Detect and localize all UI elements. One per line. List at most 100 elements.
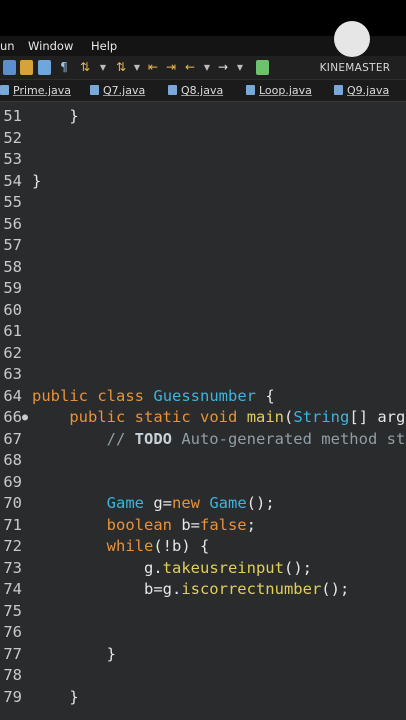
- code-text: }: [32, 171, 41, 193]
- menu-help[interactable]: Help: [91, 39, 117, 53]
- code-line[interactable]: 77 }: [0, 644, 406, 666]
- line-number: 74: [3, 580, 22, 598]
- code-line[interactable]: 56: [0, 214, 406, 236]
- code-token: b=g.: [32, 580, 182, 598]
- code-line[interactable]: 72 while(!b) {: [0, 536, 406, 558]
- line-number: 57: [3, 236, 22, 254]
- code-line[interactable]: 66 ● public static void main(String[] arg…: [0, 407, 406, 429]
- code-token: //: [32, 429, 135, 448]
- menu-window[interactable]: Window: [28, 39, 73, 53]
- line-number: 55: [3, 193, 22, 211]
- code-line[interactable]: 62: [0, 343, 406, 365]
- code-token: ;: [246, 515, 256, 534]
- back-icon[interactable]: ←: [184, 60, 196, 75]
- line-number: 76: [3, 623, 22, 641]
- code-editor[interactable]: 51 } 52 53 54} 55 56 57 58 59 60 61 62 63 64 public cl…: [0, 102, 406, 720]
- last-edit-icon[interactable]: ⇤: [147, 60, 159, 75]
- code-line[interactable]: 57: [0, 235, 406, 257]
- code-line[interactable]: 75: [0, 601, 406, 623]
- line-number: 56: [3, 214, 22, 233]
- code-token: g=: [143, 494, 172, 512]
- code-line[interactable]: 74 b=g.iscorrectnumber();: [0, 579, 406, 601]
- code-token: (!b) {: [153, 537, 210, 555]
- line-number: 67: [3, 429, 22, 448]
- code-text: Game g=new Game();: [32, 493, 275, 515]
- code-text: while(!b) {: [32, 536, 210, 558]
- line-number: 78: [3, 666, 22, 684]
- tab-q8-java[interactable]: Q8.java: [168, 80, 223, 102]
- code-line[interactable]: 53: [0, 149, 406, 171]
- code-line[interactable]: 67 // TODO Auto-generated method stub: [0, 429, 406, 451]
- code-token: TODO: [134, 429, 172, 448]
- code-token: main: [246, 408, 285, 426]
- code-line[interactable]: 54}: [0, 171, 406, 193]
- code-text: g.takeusreinput();: [32, 558, 312, 580]
- code-token: ();: [283, 558, 312, 577]
- terminal-icon[interactable]: [256, 60, 269, 75]
- code-line[interactable]: 70 Game g=new Game();: [0, 493, 406, 515]
- code-token: takeusreinput: [162, 558, 284, 577]
- code-line[interactable]: 59: [0, 278, 406, 300]
- code-line[interactable]: 55: [0, 192, 406, 214]
- code-line[interactable]: 73 g.takeusreinput();: [0, 558, 406, 580]
- code-text: public class Guessnumber {: [32, 386, 275, 408]
- menu-run[interactable]: un: [0, 39, 15, 53]
- tab-q9-java[interactable]: Q9.java: [334, 80, 389, 102]
- code-token: String: [293, 408, 350, 426]
- show-whitespace-icon[interactable]: ¶: [58, 60, 70, 75]
- code-line[interactable]: 64 public class Guessnumber {: [0, 386, 406, 408]
- chevron-down-icon[interactable]: ▼: [236, 60, 244, 75]
- java-file-icon: [90, 85, 99, 95]
- code-token: void: [200, 408, 238, 426]
- code-text: public static void main(String[] args) {: [32, 407, 406, 429]
- code-token: Guessnumber: [153, 386, 257, 405]
- code-text: b=g.iscorrectnumber();: [32, 579, 349, 601]
- code-token: [] args) {: [349, 408, 406, 426]
- tab-prime-java[interactable]: Prime.java: [0, 80, 71, 102]
- annotation-icon[interactable]: ⇅: [79, 60, 91, 75]
- tab-q7-java[interactable]: Q7.java: [90, 80, 145, 102]
- line-number: 77: [3, 644, 22, 663]
- code-line[interactable]: 63: [0, 364, 406, 386]
- line-number: 62: [3, 343, 22, 362]
- code-line[interactable]: 69: [0, 472, 406, 494]
- code-line[interactable]: 58: [0, 257, 406, 279]
- line-number: 73: [3, 558, 22, 577]
- forward-edit-icon[interactable]: ⇥: [165, 60, 177, 75]
- forward-icon[interactable]: →: [217, 60, 229, 75]
- code-text: }: [32, 106, 78, 128]
- chevron-down-icon[interactable]: ▼: [99, 60, 107, 75]
- code-line[interactable]: 51 }: [0, 106, 406, 128]
- code-line[interactable]: 68: [0, 450, 406, 472]
- edit-icon[interactable]: [3, 60, 16, 75]
- code-line[interactable]: 78: [0, 665, 406, 687]
- code-token: }: [32, 171, 42, 190]
- java-file-icon: [0, 85, 9, 95]
- chevron-down-icon[interactable]: ▼: [203, 60, 211, 75]
- open-type-icon[interactable]: [20, 60, 33, 75]
- code-line[interactable]: 60: [0, 300, 406, 322]
- code-line[interactable]: 79 }: [0, 687, 406, 709]
- code-line[interactable]: 71 boolean b=false;: [0, 515, 406, 537]
- code-token: }: [32, 687, 79, 706]
- code-line[interactable]: 61: [0, 321, 406, 343]
- line-number: 69: [3, 472, 22, 491]
- chevron-down-icon[interactable]: ▼: [133, 60, 141, 75]
- code-token: (: [284, 408, 294, 426]
- next-annotation-icon[interactable]: ⇅: [115, 60, 127, 75]
- code-line[interactable]: 76: [0, 622, 406, 644]
- tab-loop-java[interactable]: Loop.java: [246, 80, 312, 102]
- fold-marker-icon[interactable]: ●: [22, 407, 28, 429]
- code-line[interactable]: 52: [0, 128, 406, 150]
- code-token: false: [199, 515, 247, 534]
- watermark-text: KINEMASTER: [319, 62, 391, 74]
- line-number: 79: [3, 687, 22, 706]
- kinemaster-watermark: KINEMASTER: [315, 18, 395, 78]
- search-icon[interactable]: [38, 60, 51, 75]
